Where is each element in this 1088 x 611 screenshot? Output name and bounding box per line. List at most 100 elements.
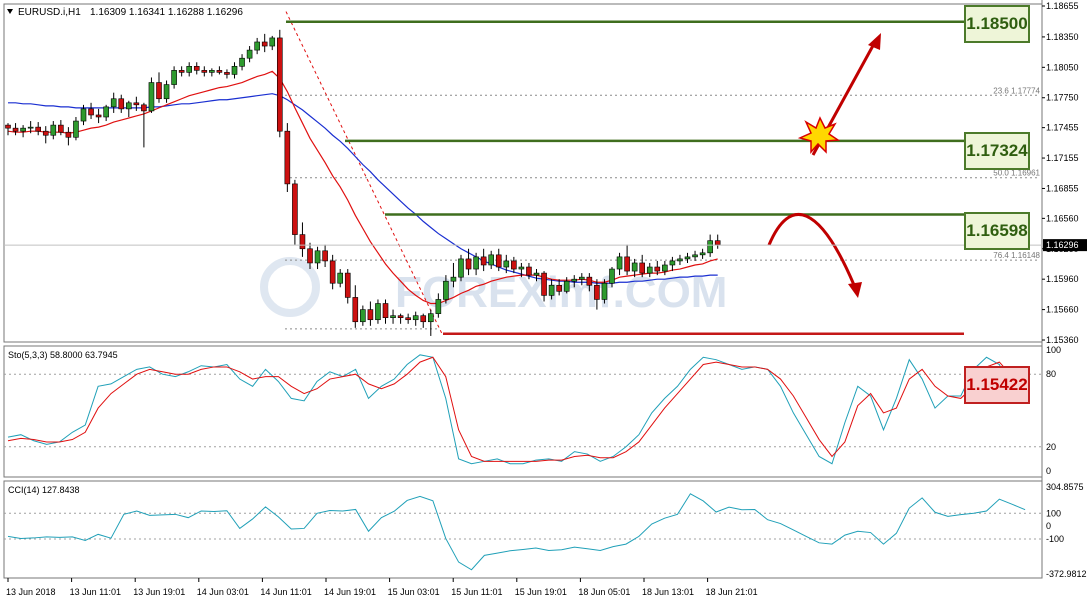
candle xyxy=(276,29,283,138)
candle-body xyxy=(163,84,170,100)
candle-body xyxy=(178,70,185,73)
candle-body xyxy=(224,72,230,75)
candle-body xyxy=(201,70,208,73)
level-label: 1.18500 xyxy=(966,14,1028,33)
price-tick-label: 1.15360 xyxy=(1046,335,1079,345)
fib-level-label: 50.0 1.16961 xyxy=(993,169,1040,178)
time-tick-label: 14 Jun 11:01 xyxy=(260,587,311,597)
candle-body xyxy=(631,262,638,272)
candle-body xyxy=(503,260,510,268)
candle-body xyxy=(594,284,600,300)
candle-body xyxy=(458,258,464,278)
candle-body xyxy=(292,183,298,235)
price-tick-label: 1.18655 xyxy=(1046,1,1079,11)
candle-body xyxy=(5,124,11,129)
price-chart[interactable]: FOREXimf.COM 23.6 1.1777450.0 1.1696176.… xyxy=(0,0,1088,606)
stoch-tick-label: 100 xyxy=(1046,345,1061,355)
price-tick-label: 1.15960 xyxy=(1046,274,1079,284)
candle-body xyxy=(601,282,608,300)
ohlc-info: 1.16309 1.16341 1.16288 1.16296 xyxy=(90,7,243,18)
candle-body xyxy=(209,70,215,73)
price-tick-label: 1.18350 xyxy=(1046,32,1079,42)
candle-body xyxy=(261,41,268,47)
candle-body xyxy=(443,280,449,300)
candle-body xyxy=(352,297,359,323)
candle-body xyxy=(269,37,276,47)
price-tick-label: 1.17750 xyxy=(1046,93,1079,103)
candle-body xyxy=(50,124,57,136)
candle-body xyxy=(27,126,34,129)
time-tick-label: 13 Jun 2018 xyxy=(6,587,56,597)
candle-body xyxy=(511,260,517,270)
candle-body xyxy=(103,106,109,118)
candle-body xyxy=(12,127,19,132)
candle-body xyxy=(646,266,653,274)
candle-body xyxy=(541,272,547,296)
candle-body xyxy=(148,82,155,112)
candle xyxy=(458,254,464,282)
time-tick-label: 18 Jun 05:01 xyxy=(578,587,630,597)
candle-body xyxy=(216,70,223,73)
cci-label: CCI(14) 127.8438 xyxy=(8,485,80,495)
candle-body xyxy=(563,280,570,292)
level-label: 1.17324 xyxy=(966,141,1028,160)
price-tick-label: 1.17155 xyxy=(1046,153,1079,163)
time-tick-label: 13 Jun 19:01 xyxy=(133,587,185,597)
level-label: 1.16598 xyxy=(966,221,1028,240)
fib-level-label: 76.4 1.16148 xyxy=(993,251,1040,260)
candle-body xyxy=(578,276,585,280)
candle-body xyxy=(254,41,260,51)
cci-tick-label: -100 xyxy=(1046,534,1064,544)
candle-body xyxy=(118,98,125,110)
stoch-tick-label: 20 xyxy=(1046,442,1056,452)
candle-body xyxy=(692,254,698,258)
candle-body xyxy=(344,272,351,298)
price-tick-label: 1.17455 xyxy=(1046,123,1079,133)
candle-body xyxy=(239,57,245,67)
level-box-1-17324: 1.17324 xyxy=(964,132,1030,170)
candle-body xyxy=(329,260,336,284)
time-tick-label: 14 Jun 03:01 xyxy=(197,587,249,597)
candle-body xyxy=(677,258,683,262)
candle-body xyxy=(684,256,691,260)
candle-body xyxy=(699,252,706,256)
level-box-1-16598: 1.16598 xyxy=(964,212,1030,250)
time-tick-label: 15 Jun 19:01 xyxy=(515,587,567,597)
candle-body xyxy=(231,66,238,75)
candle-body xyxy=(58,124,64,133)
candle-body xyxy=(518,266,525,270)
candle-body xyxy=(110,98,117,108)
candle-body xyxy=(80,108,87,122)
level-box-1-18500: 1.18500 xyxy=(964,5,1030,43)
current-price-label: 1.16296 xyxy=(1046,240,1079,250)
candle-body xyxy=(284,130,291,185)
candle-body xyxy=(420,315,427,323)
stoch-label: Sto(5,3,3) 58.8000 63.7945 xyxy=(8,350,118,360)
time-tick-label: 18 Jun 13:01 xyxy=(642,587,694,597)
stoch-tick-label: 80 xyxy=(1046,369,1056,379)
candle-body xyxy=(156,82,162,100)
candle-body xyxy=(707,240,713,254)
candle xyxy=(284,123,291,193)
cci-tick-label: 304.8575 xyxy=(1046,482,1084,492)
price-tick-label: 1.16855 xyxy=(1046,183,1079,193)
chart-stage: FOREXimf.COM 23.6 1.17774 50.0 1.16961 76.… xyxy=(0,0,1088,606)
cci-tick-label: -372.9812 xyxy=(1046,569,1087,579)
candle-body xyxy=(654,266,661,272)
candle-body xyxy=(322,250,328,262)
candle-body xyxy=(435,299,442,314)
candle-body xyxy=(382,303,389,318)
time-tick-label: 18 Jun 21:01 xyxy=(706,587,758,597)
candle-body xyxy=(427,313,434,323)
candle-body xyxy=(193,66,200,71)
candle-body xyxy=(246,49,253,59)
candle-body xyxy=(480,256,487,266)
candle-body xyxy=(276,37,283,132)
candle-body xyxy=(548,284,555,296)
price-tick-label: 1.18050 xyxy=(1046,62,1079,72)
price-tick-label: 1.16560 xyxy=(1046,213,1079,223)
time-tick-label: 13 Jun 11:01 xyxy=(70,587,121,597)
candle-body xyxy=(35,126,42,132)
candle-body xyxy=(662,264,668,272)
candle-body xyxy=(450,276,457,282)
